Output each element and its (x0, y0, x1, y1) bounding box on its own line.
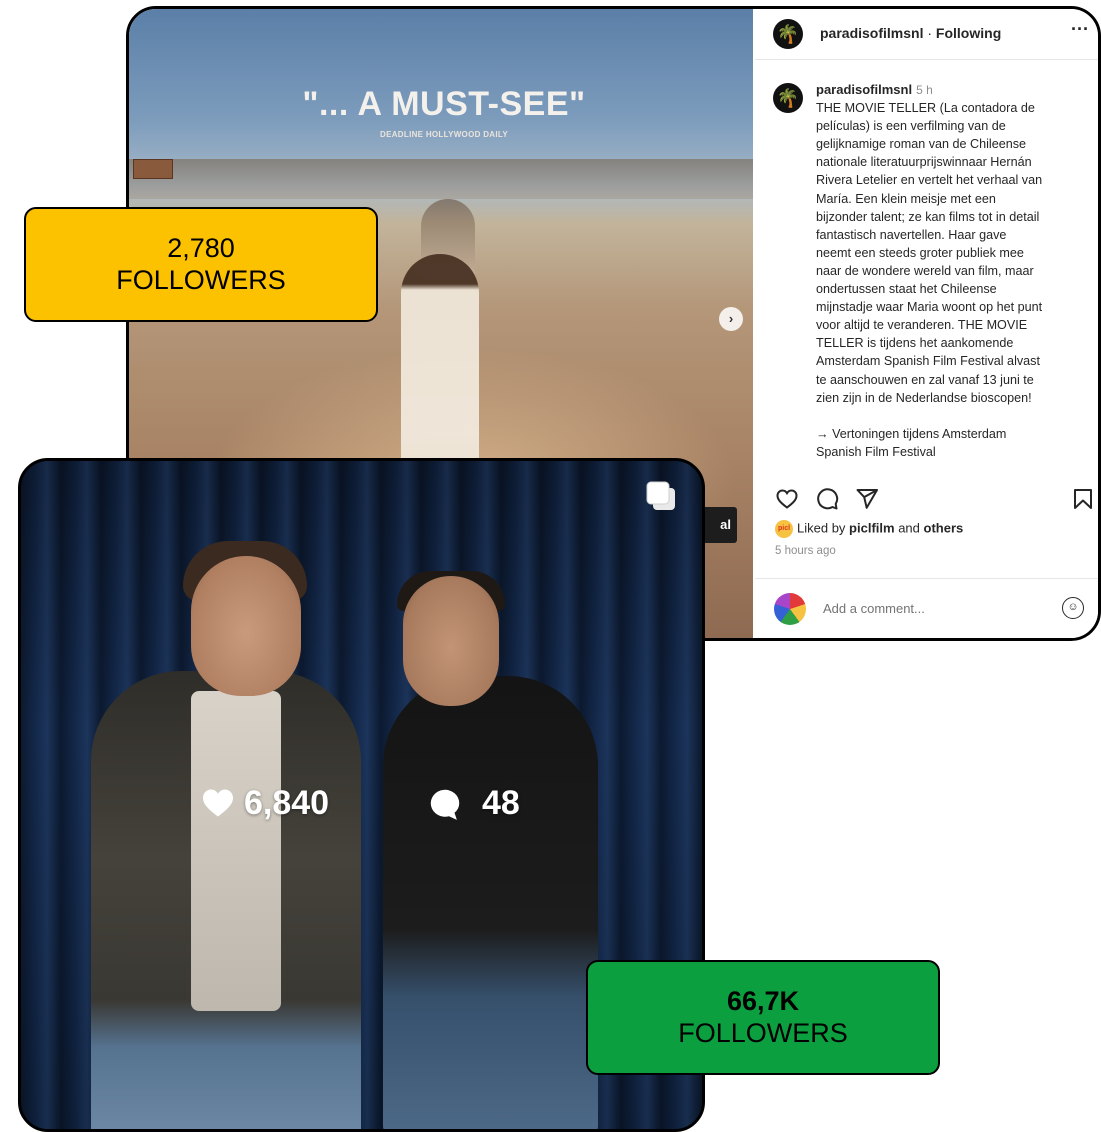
liked-others[interactable]: others (924, 520, 964, 535)
caption-line: gelijknamige roman van de Chileense (816, 137, 1027, 152)
caption-line: neemt een steeds groter publiek mee (816, 245, 1024, 260)
user-avatar (774, 593, 806, 625)
followers-label: FOLLOWERS (116, 265, 286, 295)
followers-badge-yellow: 2,780 FOLLOWERS (24, 207, 378, 322)
photo-comments-count: 48 (482, 784, 520, 822)
liked-by: picl Liked by piclfilm and others (775, 520, 963, 538)
share-icon[interactable] (855, 487, 879, 511)
caption-line: mijnstadje waar Maria woont op het punt (816, 300, 1043, 315)
bookmark-icon[interactable] (1071, 487, 1095, 511)
post-header: 🌴 paradisofilmsnl · Following ··· (755, 9, 1098, 60)
caption-line: Amsterdam Spanish Film Festival alvast (816, 354, 1040, 369)
comment-icon[interactable] (815, 487, 839, 511)
followers-count: 2,780 (167, 233, 235, 263)
followers-badge-green: 66,7K FOLLOWERS (586, 960, 940, 1075)
next-arrow-icon[interactable]: › (719, 307, 743, 331)
post-sidebar: 🌴 paradisofilmsnl · Following ··· 🌴 para… (755, 9, 1098, 638)
action-bar (775, 487, 1095, 513)
heart-icon (203, 789, 233, 817)
comment-input[interactable]: Add a comment... (823, 601, 925, 616)
caption-line: fantastisch navertellen. Haar gave (816, 227, 1007, 242)
caption-line: te aanschouwen en zal vanaf 13 juni te (816, 372, 1034, 387)
comment-bar: Add a comment... ☺ (755, 578, 1098, 638)
fence-detail (129, 159, 753, 199)
caption-time: 5 h (916, 83, 933, 97)
caption-line: bijzonder talent; ze kan films tot in de… (816, 209, 1040, 224)
header-separator: · (927, 25, 933, 41)
caption-line: ondertussen staat het Chileense (816, 282, 997, 297)
caption-username[interactable]: paradisofilmsnl (816, 82, 912, 97)
caption-line: Rivera Letelier en vertelt het verhaal v… (816, 173, 1043, 188)
person-left-shirt (191, 691, 281, 1011)
heart-icon[interactable] (775, 487, 799, 511)
caption-line: TELLER is tijdens het aankomende (816, 336, 1014, 351)
image-headline: "... A MUST-SEE" (302, 85, 586, 123)
liked-and: and (898, 520, 920, 536)
photo-comments-stat: 48 (425, 779, 545, 829)
caption-line: nationale literatuurprijswinnaar Hernán (816, 155, 1032, 170)
post-timestamp: 5 hours ago (775, 545, 836, 557)
caption-line: María. Een klein meisje met een (816, 191, 996, 206)
followers-label: FOLLOWERS (678, 1018, 848, 1048)
followers-count: 66,7K (726, 986, 800, 1016)
multiple-images-icon (646, 481, 675, 510)
palm-logo-icon[interactable]: 🌴 (773, 19, 803, 49)
picl-avatar[interactable]: picl (775, 520, 793, 538)
caption-line: voor altijd te veranderen. THE MOVIE (816, 318, 1028, 333)
emoji-icon[interactable]: ☺ (1062, 597, 1084, 619)
header-username[interactable]: paradisofilmsnl (820, 25, 923, 41)
caption-gap (816, 407, 1093, 425)
palm-logo-icon[interactable]: 🌴 (773, 83, 803, 113)
header-account: paradisofilmsnl · Following (820, 25, 1001, 41)
caption-line: Spanish Film Festival (816, 444, 936, 459)
sign-detail (133, 159, 173, 179)
more-options-button[interactable]: ··· (1071, 19, 1089, 40)
caption-line: películas) is een verfilming van de (816, 119, 1006, 134)
comment-icon (430, 789, 460, 820)
caption-line: THE MOVIE TELLER (La contadora de (816, 101, 1035, 116)
image-subhead: DEADLINE HOLLYWOOD DAILY (380, 130, 508, 139)
photo-likes-count: 6,840 (244, 784, 330, 822)
caption-line: zien zijn in de Nederlandse bioscopen! (816, 390, 1032, 405)
liked-prefix: Liked by (797, 520, 846, 536)
caption-line: naar de wondere wereld van film, maar (816, 263, 1034, 278)
following-button[interactable]: Following (936, 25, 1001, 41)
liked-user[interactable]: piclfilm (849, 520, 895, 535)
caption: 🌴 paradisofilmsnl 5 h THE MOVIE TELLER (L… (773, 81, 1093, 469)
caption-line: → Vertoningen tijdens Amsterdam (816, 426, 1007, 441)
caption-text: paradisofilmsnl 5 h THE MOVIE TELLER (La … (816, 81, 1093, 461)
person-right-body (383, 676, 598, 1129)
person-right-head (403, 576, 499, 706)
person-left-head (191, 556, 301, 696)
photo-likes-stat: 6,840 (199, 779, 369, 829)
